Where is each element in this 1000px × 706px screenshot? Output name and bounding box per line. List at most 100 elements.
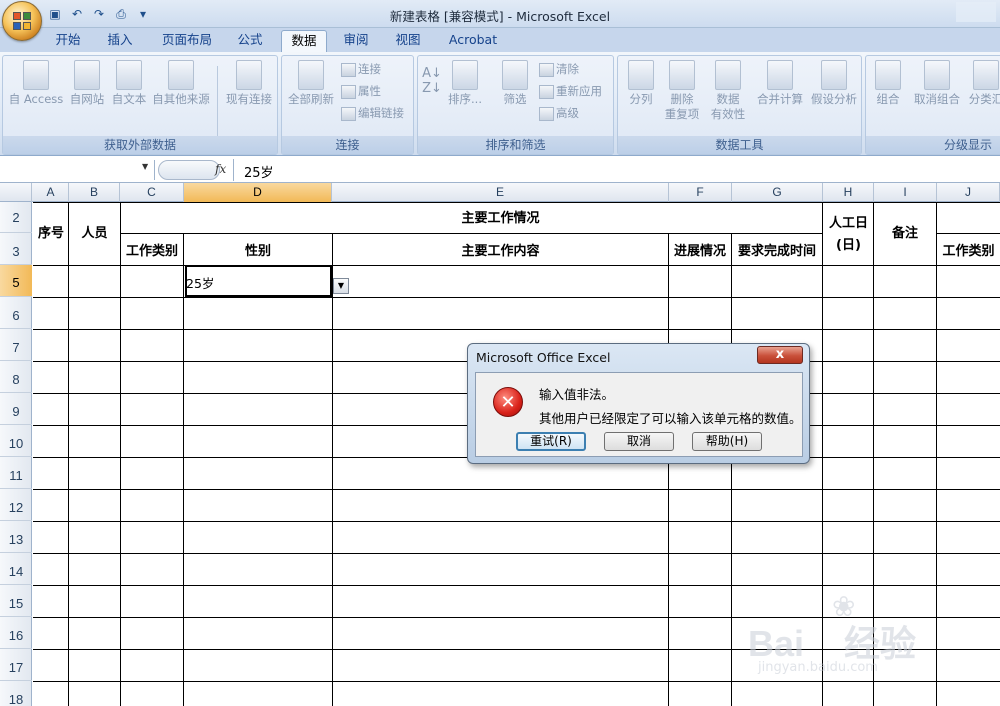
dialog-close-button[interactable]: x [757, 346, 803, 364]
formula-input[interactable]: 25岁 [244, 162, 274, 181]
cancel-button[interactable]: 取消 [604, 432, 674, 451]
row-header-9[interactable]: 9 [0, 393, 32, 425]
retry-button[interactable]: 重试(R) [516, 432, 586, 451]
text-file-icon [116, 60, 142, 90]
group-outline: 组合 取消组合 分类汇 分级显示 [865, 55, 1000, 155]
ungroup-button[interactable]: 取消组合 [910, 60, 964, 107]
column-header-h[interactable]: H [823, 183, 874, 202]
sort-icon [452, 60, 478, 90]
clear-button[interactable]: 清除 [538, 60, 579, 78]
reapply-button[interactable]: 重新应用 [538, 82, 602, 100]
properties-button[interactable]: 属性 [340, 82, 381, 100]
dialog-title: Microsoft Office Excel [476, 350, 611, 365]
grid-line [120, 233, 823, 234]
name-box-dropdown-icon[interactable]: ▼ [142, 162, 148, 171]
tab-page-layout[interactable]: 页面布局 [152, 30, 222, 52]
row-header-6[interactable]: 6 [0, 297, 32, 329]
remove-dup-label-2: 重复项 [664, 107, 700, 121]
refresh-icon [298, 60, 324, 90]
sort-button[interactable]: 排序... [444, 60, 486, 107]
ungroup-icon [924, 60, 950, 90]
text-to-columns-label: 分列 [629, 92, 653, 106]
group-label-outline: 分级显示 [866, 136, 1000, 154]
remove-dup-label-1: 删除 [670, 92, 694, 106]
sort-label: 排序... [448, 92, 482, 106]
connections-button[interactable]: 连接 [340, 60, 381, 78]
refresh-all-button[interactable]: 全部刷新 [284, 60, 338, 107]
row-header-11[interactable]: 11 [0, 457, 32, 489]
column-header-f[interactable]: F [669, 183, 732, 202]
filter-button[interactable]: 筛选 [494, 60, 536, 107]
tab-insert[interactable]: 插入 [98, 30, 142, 52]
grid-line [332, 233, 333, 706]
what-if-label: 假设分析 [811, 92, 857, 106]
header-workdays: 人工日 [824, 212, 873, 231]
tab-review[interactable]: 审阅 [334, 30, 378, 52]
existing-connections-label: 现有连接 [226, 92, 272, 106]
formula-bar: ▼ fx 25岁 [0, 157, 1000, 183]
row-header-18[interactable]: 18 [0, 681, 32, 706]
from-other-sources-button[interactable]: 自其他来源 [149, 60, 213, 107]
row-header-14[interactable]: 14 [0, 553, 32, 585]
row-header-16[interactable]: 16 [0, 617, 32, 649]
tab-data[interactable]: 数据 [281, 30, 327, 52]
select-all-button[interactable] [0, 183, 32, 202]
window-controls[interactable] [956, 2, 996, 22]
row-header-10[interactable]: 10 [0, 425, 32, 457]
grid-line [668, 233, 669, 706]
data-validation-button[interactable]: 数据 有效性 [704, 60, 752, 122]
office-button[interactable] [2, 1, 42, 41]
filter-label: 筛选 [503, 92, 527, 106]
column-header-d[interactable]: D [184, 183, 332, 202]
group-button[interactable]: 组合 [868, 60, 908, 107]
dialog-message-1: 输入值非法。 [539, 387, 615, 402]
column-header-g[interactable]: G [732, 183, 823, 202]
row-header-12[interactable]: 12 [0, 489, 32, 521]
advanced-button[interactable]: 高级 [538, 104, 579, 122]
header-progress: 进展情况 [669, 240, 731, 259]
grid-line [33, 297, 1000, 298]
row-header-3[interactable]: 3 [0, 233, 32, 265]
existing-connections-button[interactable]: 现有连接 [221, 60, 277, 107]
insert-function-button[interactable]: fx [215, 162, 226, 176]
subtotal-button[interactable]: 分类汇 [964, 60, 1000, 107]
consolidate-label: 合并计算 [757, 92, 803, 106]
formula-bar-handle[interactable] [158, 160, 220, 180]
tab-acrobat[interactable]: Acrobat [440, 30, 506, 52]
row-header-2[interactable]: 2 [0, 202, 32, 233]
from-web-button[interactable]: 自网站 [65, 60, 109, 107]
remove-duplicates-button[interactable]: 删除 重复项 [662, 60, 702, 122]
from-text-button[interactable]: 自文本 [107, 60, 151, 107]
grid-line [33, 329, 1000, 330]
column-header-j[interactable]: J [937, 183, 1000, 202]
tab-view[interactable]: 视图 [386, 30, 430, 52]
web-icon [74, 60, 100, 90]
dropdown-arrow-icon[interactable]: ▼ [333, 278, 349, 294]
office-logo-icon [13, 12, 33, 32]
row-header-8[interactable]: 8 [0, 361, 32, 393]
sort-ascending-icon[interactable]: A↓ Z↓ [422, 66, 442, 96]
tab-home[interactable]: 开始 [46, 30, 90, 52]
from-access-button[interactable]: 自 Access [5, 60, 67, 107]
row-header-17[interactable]: 17 [0, 649, 32, 681]
column-header-b[interactable]: B [69, 183, 120, 202]
grid-line [33, 202, 1000, 203]
name-box[interactable] [0, 160, 155, 180]
row-header-7[interactable]: 7 [0, 329, 32, 361]
tab-formulas[interactable]: 公式 [228, 30, 272, 52]
header-workdays-unit: (日) [824, 234, 873, 253]
row-header-5[interactable]: 5 [0, 265, 32, 297]
column-header-i[interactable]: I [874, 183, 937, 202]
text-to-columns-button[interactable]: 分列 [622, 60, 660, 107]
refresh-all-label: 全部刷新 [288, 92, 334, 106]
grid-line [33, 489, 1000, 490]
column-header-c[interactable]: C [120, 183, 184, 202]
row-header-13[interactable]: 13 [0, 521, 32, 553]
what-if-button[interactable]: 假设分析 [806, 60, 862, 107]
row-header-15[interactable]: 15 [0, 585, 32, 617]
edit-links-button[interactable]: 编辑链接 [340, 104, 404, 122]
help-button[interactable]: 帮助(H) [692, 432, 762, 451]
consolidate-button[interactable]: 合并计算 [752, 60, 808, 107]
column-header-e[interactable]: E [332, 183, 669, 202]
column-header-a[interactable]: A [33, 183, 69, 202]
